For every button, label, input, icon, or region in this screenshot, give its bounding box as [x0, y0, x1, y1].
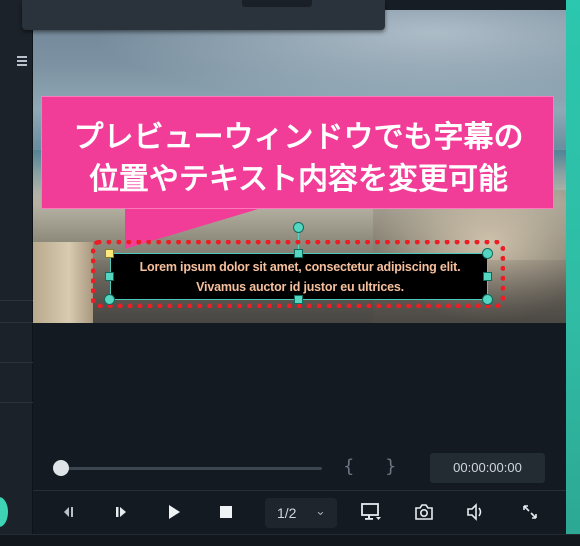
preview-empty-area — [33, 323, 566, 447]
page-selector[interactable]: 1/2 ⌄ — [265, 498, 337, 528]
display-icon — [361, 503, 381, 520]
prev-frame-button[interactable] — [55, 499, 81, 525]
resize-handle-top[interactable] — [294, 249, 303, 258]
resize-handle-bottom[interactable] — [294, 295, 303, 304]
playback-slider-knob[interactable] — [53, 460, 69, 476]
chevron-down-icon: ⌄ — [315, 503, 326, 518]
annotation-callout: プレビューウィンドウでも字幕の 位置やテキスト内容を変更可能 — [41, 96, 554, 209]
callout-line-1: プレビューウィンドウでも字幕の — [73, 120, 524, 155]
play-button[interactable] — [161, 499, 187, 525]
next-frame-icon — [116, 507, 126, 517]
popup-button[interactable] — [242, 0, 312, 7]
volume-button[interactable] — [463, 499, 489, 525]
timecode-display: 00:00:00:00 — [430, 453, 545, 483]
subtitle-text-box[interactable]: Lorem ipsum dolor sit amet, consectetur … — [110, 253, 488, 300]
top-popup — [22, 0, 385, 30]
resize-handle-top-left[interactable] — [105, 249, 114, 258]
volume-icon — [467, 503, 482, 521]
fullscreen-button[interactable] — [517, 499, 543, 525]
mark-in-button[interactable]: { — [343, 456, 354, 477]
menu-lines-icon[interactable] — [17, 56, 27, 70]
page-selector-value: 1/2 — [277, 505, 297, 521]
panel-divider — [0, 362, 33, 363]
resize-handle-left[interactable] — [105, 272, 114, 281]
display-settings-button[interactable] — [358, 499, 384, 525]
resize-handle-right[interactable] — [483, 272, 492, 281]
playback-controls: 1/2 ⌄ — [33, 490, 566, 534]
bottom-bar — [0, 534, 580, 546]
record-indicator[interactable] — [0, 497, 8, 527]
prev-frame-icon — [64, 507, 73, 517]
play-icon — [169, 505, 180, 519]
resize-handle-top-right[interactable] — [482, 248, 493, 259]
right-panel-edge — [566, 0, 580, 546]
mark-out-button[interactable]: } — [385, 456, 396, 477]
playback-slider-track[interactable] — [60, 467, 322, 470]
callout-line-2: 位置やテキスト内容を変更可能 — [88, 162, 509, 197]
panel-divider — [0, 402, 33, 403]
fullscreen-icon — [523, 505, 537, 519]
subtitle-line-1[interactable]: Lorem ipsum dolor sit amet, consectetur … — [111, 260, 489, 274]
camera-icon — [415, 504, 433, 520]
panel-divider — [0, 300, 33, 301]
stop-button[interactable] — [213, 499, 239, 525]
video-rock — [33, 242, 93, 323]
rotate-handle[interactable] — [293, 222, 304, 233]
snapshot-button[interactable] — [411, 499, 437, 525]
resize-handle-bottom-right[interactable] — [482, 294, 493, 305]
stop-icon — [220, 506, 232, 518]
panel-divider — [0, 322, 33, 323]
next-frame-button[interactable] — [108, 499, 134, 525]
resize-handle-bottom-left[interactable] — [104, 294, 115, 305]
left-panel — [0, 0, 33, 546]
subtitle-line-2[interactable]: Vivamus auctor id justor eu ultrices. — [111, 280, 489, 294]
